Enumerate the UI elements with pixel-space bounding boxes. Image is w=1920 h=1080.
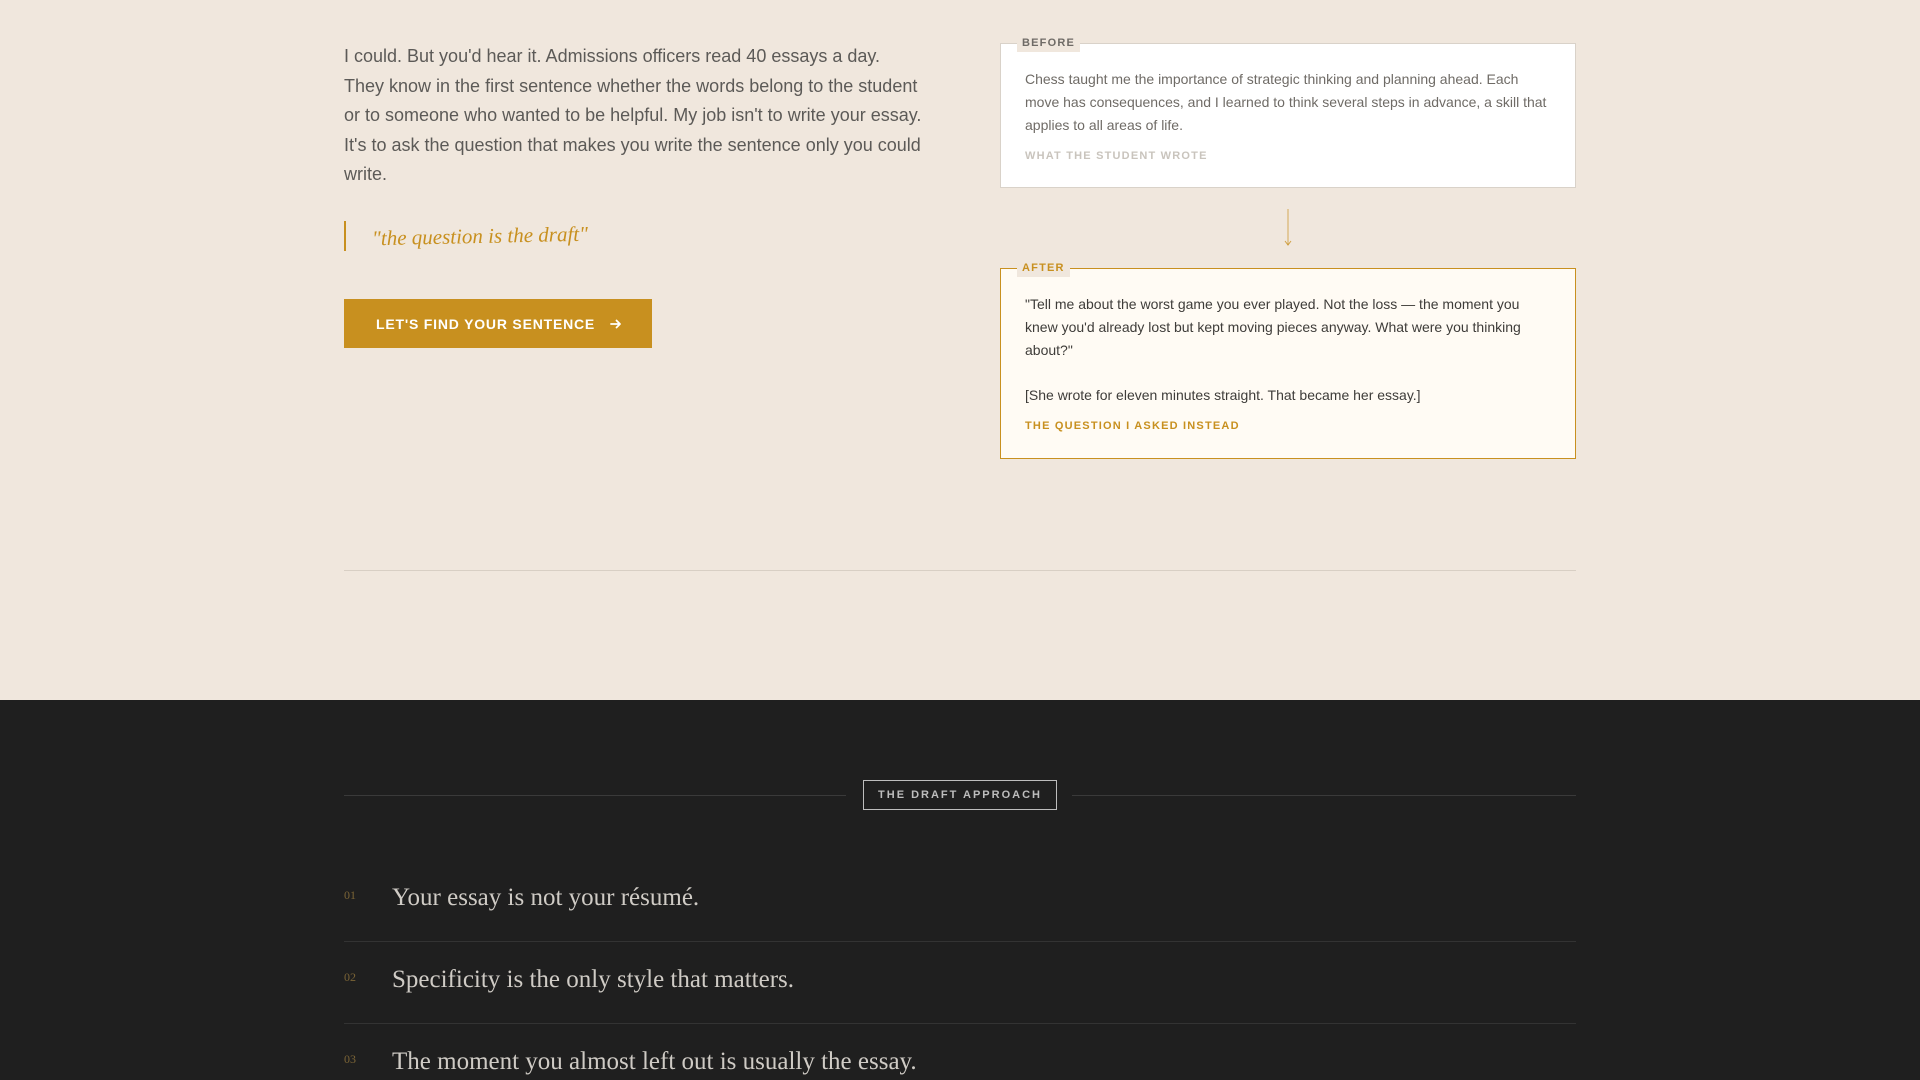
item-number: 01 xyxy=(344,888,356,902)
item-text: Your essay is not your résumé. xyxy=(392,884,700,911)
intro-section xyxy=(0,0,1920,700)
principles-list: 01 Your essay is not your résumé. 02 Spe… xyxy=(344,860,1576,1080)
arrow-down-icon xyxy=(1284,209,1292,246)
after-question: "Tell me about the worst game you ever p… xyxy=(1025,296,1521,358)
before-tag: BEFORE xyxy=(1017,35,1081,52)
after-card: AFTER "Tell me about the worst game you … xyxy=(1000,260,1576,459)
pull-quote-text: "the question is the draft" xyxy=(371,221,589,251)
header-rule-right xyxy=(1072,795,1576,796)
after-caption: THE QUESTION I ASKED INSTEAD xyxy=(1025,420,1240,432)
list-item: 02 Specificity is the only style that ma… xyxy=(344,942,1576,1024)
find-sentence-button[interactable]: LET'S FIND YOUR SENTENCE xyxy=(344,299,652,348)
item-text: The moment you almost left out is usuall… xyxy=(392,1048,917,1075)
list-item: 01 Your essay is not your résumé. xyxy=(344,860,1576,942)
find-sentence-button-label: LET'S FIND YOUR SENTENCE xyxy=(376,315,596,332)
intro-paragraph: I could. But you'd hear it. Admissions o… xyxy=(344,46,922,184)
item-number: 03 xyxy=(344,1052,356,1066)
approach-label: THE DRAFT APPROACH xyxy=(863,780,1057,810)
after-body: "Tell me about the worst game you ever p… xyxy=(1025,293,1551,407)
approach-header: THE DRAFT APPROACH xyxy=(344,780,1576,810)
after-note: [She wrote for eleven minutes straight. … xyxy=(1025,387,1421,403)
before-card: BEFORE Chess taught me the importance of… xyxy=(1000,35,1576,188)
before-text: Chess taught me the importance of strate… xyxy=(1025,71,1547,133)
header-rule-left xyxy=(344,795,846,796)
item-text: Specificity is the only style that matte… xyxy=(392,966,795,993)
before-caption: WHAT THE STUDENT WROTE xyxy=(1025,150,1208,162)
arrow-right-icon xyxy=(610,319,621,328)
after-tag: AFTER xyxy=(1017,260,1070,277)
pull-quote: "the question is the draft" xyxy=(344,221,588,251)
list-item: 03 The moment you almost left out is usu… xyxy=(344,1024,1576,1080)
item-number: 02 xyxy=(344,970,356,984)
section-divider xyxy=(344,570,1576,571)
